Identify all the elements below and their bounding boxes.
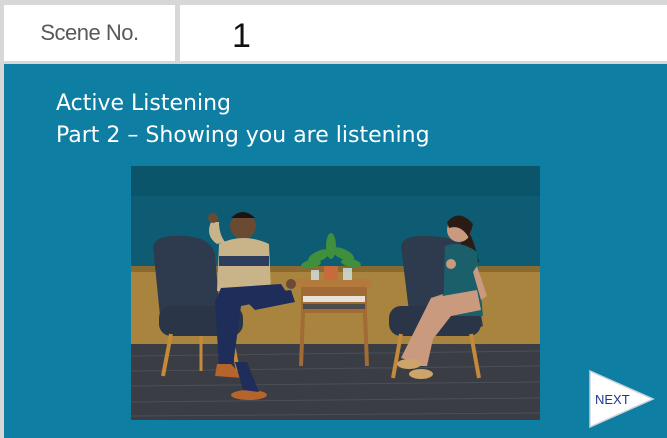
scene-header: Scene No. 1 xyxy=(4,5,667,61)
slide-title: Active Listening xyxy=(56,91,232,116)
scene-label-box: Scene No. xyxy=(4,5,175,61)
scene-label: Scene No. xyxy=(40,20,139,45)
scene-number-box: 1 xyxy=(180,5,667,61)
next-button[interactable]: NEXT xyxy=(589,369,655,429)
conversation-photo xyxy=(131,166,540,420)
slide-frame: Scene No. 1 Active Listening Part 2 – Sh… xyxy=(0,0,667,438)
next-label: NEXT xyxy=(595,392,630,407)
scene-number: 1 xyxy=(232,17,251,55)
slide-content: Active Listening Part 2 – Showing you ar… xyxy=(4,64,667,438)
slide-subtitle: Part 2 – Showing you are listening xyxy=(56,123,430,148)
